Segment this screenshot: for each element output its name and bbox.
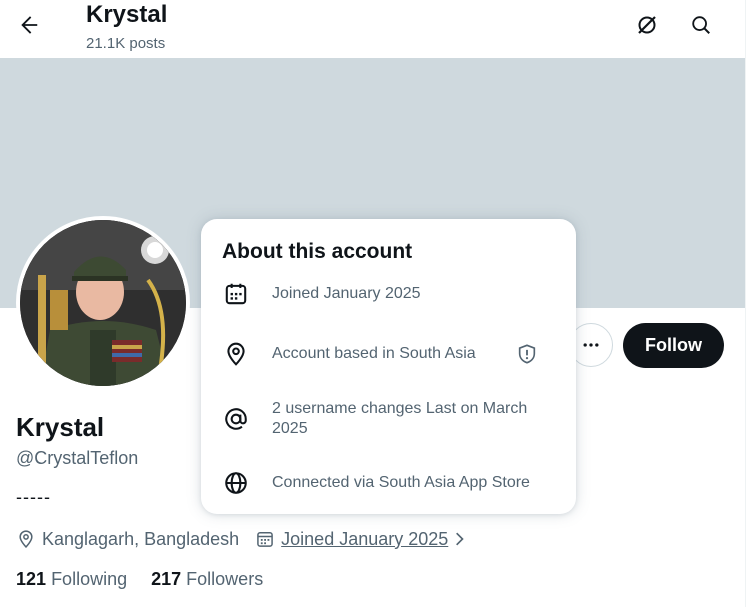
arrow-left-icon (21, 16, 38, 34)
location-pin-icon (16, 529, 36, 549)
search-button[interactable] (684, 8, 718, 42)
about-row-text: 2 username changes Last on March 2025 (272, 400, 528, 437)
followers-label: Followers (186, 568, 264, 589)
header-title: Krystal (86, 1, 168, 28)
calendar-icon (255, 529, 275, 549)
followers-count: 217 (151, 568, 182, 589)
follow-button[interactable]: Follow (623, 323, 724, 368)
about-row-text: Account based in South Asia (272, 345, 476, 362)
avatar-image (20, 220, 186, 386)
follow-stats: 121 Following 217 Followers (16, 567, 287, 591)
about-row-text: Connected via South Asia App Store (272, 474, 530, 491)
bio: ----- (16, 487, 51, 507)
following-link[interactable]: 121 Following (16, 569, 127, 590)
shield-info-icon[interactable] (516, 343, 538, 365)
location-pin-icon (222, 340, 250, 368)
joined-link[interactable]: Joined January 2025 (281, 529, 448, 550)
grok-icon (638, 16, 656, 34)
about-row-connected-via: Connected via South Asia App Store (222, 469, 558, 497)
location-item: Kanglagarh, Bangladesh (16, 529, 239, 550)
about-account-popup: About this account Joined January 2025 A… (201, 219, 576, 514)
about-row-text: Joined January 2025 (272, 285, 421, 302)
calendar-icon (222, 280, 250, 308)
avatar[interactable] (16, 216, 190, 390)
following-label: Following (51, 568, 128, 589)
more-dots-icon (583, 343, 599, 347)
grok-button[interactable] (630, 8, 664, 42)
about-row-username-changes: 2 username changes Last on March 2025 (222, 399, 558, 439)
profile-meta: Kanglagarh, Bangladesh Joined January 20… (16, 526, 484, 552)
scrollbar-track[interactable] (745, 0, 755, 607)
globe-icon (222, 469, 250, 497)
following-count: 121 (16, 568, 47, 589)
about-row-location: Account based in South Asia (222, 340, 558, 368)
handle: @CrystalTeflon (16, 448, 139, 468)
followers-link[interactable]: 217 Followers (151, 569, 263, 590)
joined-item[interactable]: Joined January 2025 (255, 529, 468, 550)
location-text: Kanglagarh, Bangladesh (42, 528, 240, 549)
display-name: Krystal (16, 412, 105, 442)
chevron-right-icon (452, 529, 468, 549)
about-row-joined: Joined January 2025 (222, 280, 558, 308)
posts-count: 21.1K posts (86, 35, 166, 52)
back-button[interactable] (12, 8, 46, 42)
at-sign-icon (222, 405, 250, 433)
popup-title: About this account (222, 240, 413, 263)
search-icon (692, 16, 710, 34)
profile-header: Krystal 21.1K posts (0, 0, 745, 58)
